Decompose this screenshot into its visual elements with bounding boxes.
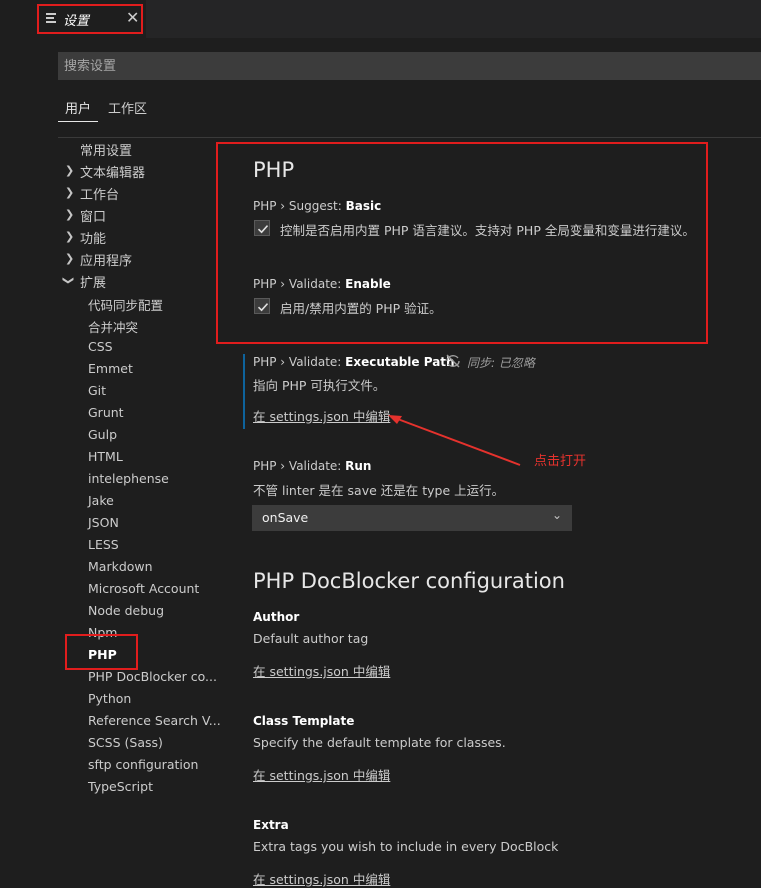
toc-ext-item[interactable]: SCSS (Sass): [88, 735, 163, 750]
toc-item-application[interactable]: 应用程序: [80, 250, 132, 269]
toc-ext-item[interactable]: sftp configuration: [88, 757, 198, 772]
php-section-highlight-box: [216, 142, 708, 344]
setting-title-extra: Extra: [253, 818, 289, 832]
toc-item-workbench[interactable]: 工作台: [80, 184, 119, 203]
tab-user[interactable]: 用户: [65, 98, 91, 117]
tab-highlight-box: [37, 4, 143, 34]
toc-ext-item[interactable]: intelephense: [88, 471, 169, 486]
toc-ext-item[interactable]: Gulp: [88, 427, 117, 442]
setting-title-class-template: Class Template: [253, 714, 354, 728]
setting-title-run: PHP › Validate: Run: [253, 459, 371, 473]
toc-ext-item[interactable]: Grunt: [88, 405, 124, 420]
section-heading-docblocker: PHP DocBlocker configuration: [253, 569, 565, 593]
setting-title-name: Run: [345, 459, 372, 473]
toc-item-extensions[interactable]: 扩展: [80, 272, 106, 291]
toc-ext-item[interactable]: Jake: [88, 493, 114, 508]
chevron-right-icon: ❯: [65, 230, 75, 243]
toc-ext-item[interactable]: Microsoft Account: [88, 581, 199, 596]
annotation-arrow-icon: [388, 415, 521, 466]
setting-desc-run: 不管 linter 是在 save 还是在 type 上运行。: [253, 483, 505, 498]
toc-ext-item[interactable]: Python: [88, 691, 131, 706]
toc-item-common[interactable]: 常用设置: [80, 140, 132, 159]
toc-item-features[interactable]: 功能: [80, 228, 106, 247]
edit-in-settings-json-link[interactable]: 在 settings.json 中编辑: [253, 765, 390, 784]
chevron-right-icon: ❯: [65, 208, 75, 221]
scope-separator: [58, 137, 761, 138]
edit-in-settings-json-link[interactable]: 在 settings.json 中编辑: [253, 661, 390, 680]
toc-ext-item[interactable]: 合并冲突: [88, 317, 138, 336]
toc-item-window[interactable]: 窗口: [80, 206, 106, 225]
setting-title-executable-path: PHP › Validate: Executable Path: [253, 355, 455, 369]
toc-ext-item[interactable]: Git: [88, 383, 106, 398]
setting-title-name: Extra: [253, 818, 289, 832]
modified-indicator: [243, 354, 245, 429]
chevron-right-icon: ❯: [65, 186, 75, 199]
setting-title-name: Class Template: [253, 714, 355, 728]
setting-title-author: Author: [253, 610, 299, 624]
toc-ext-item[interactable]: Reference Search V...: [88, 713, 221, 728]
toc-ext-item[interactable]: Node debug: [88, 603, 164, 618]
toc-php-highlight-box: [65, 634, 138, 670]
chevron-right-icon: ❯: [65, 164, 75, 177]
setting-desc-extra: Extra tags you wish to include in every …: [253, 839, 559, 854]
toc-ext-item[interactable]: HTML: [88, 449, 123, 464]
toc-ext-item[interactable]: Emmet: [88, 361, 133, 376]
setting-desc-executable-path: 指向 PHP 可执行文件。: [253, 378, 386, 393]
chevron-down-icon: ⌄: [552, 508, 563, 522]
edit-in-settings-json-link[interactable]: 在 settings.json 中编辑: [253, 869, 390, 888]
toc-item-text-editor[interactable]: 文本编辑器: [80, 162, 145, 181]
toc-ext-item[interactable]: Markdown: [88, 559, 153, 574]
edit-in-settings-json-link[interactable]: 在 settings.json 中编辑: [253, 406, 390, 425]
setting-desc-author: Default author tag: [253, 631, 369, 646]
setting-title-name: Executable Path: [345, 355, 455, 369]
setting-title-prefix: PHP › Validate:: [253, 355, 346, 369]
toc-ext-item[interactable]: CSS: [88, 339, 113, 354]
toc-ext-item[interactable]: LESS: [88, 537, 119, 552]
run-select-value: onSave: [262, 510, 309, 525]
toc-ext-item[interactable]: JSON: [88, 515, 119, 530]
toc-ext-item[interactable]: 代码同步配置: [88, 295, 163, 314]
setting-title-prefix: PHP › Validate:: [253, 459, 346, 473]
toc-ext-item[interactable]: TypeScript: [88, 779, 153, 794]
toc-ext-item[interactable]: PHP DocBlocker co...: [88, 669, 217, 684]
active-tab-underline: [58, 121, 98, 122]
chevron-right-icon: ❯: [65, 252, 75, 265]
setting-desc-class-template: Specify the default template for classes…: [253, 735, 506, 750]
sync-ignored-icon: [446, 354, 460, 368]
search-input[interactable]: [58, 52, 761, 80]
chevron-down-icon: ❯: [62, 275, 76, 286]
run-select[interactable]: onSave ⌄: [252, 505, 572, 531]
sync-ignored-note: 同步: 已忽略: [467, 356, 535, 370]
tab-workspace[interactable]: 工作区: [108, 98, 147, 117]
setting-title-name: Author: [253, 610, 300, 624]
annotation-text: 点击打开: [534, 454, 587, 469]
